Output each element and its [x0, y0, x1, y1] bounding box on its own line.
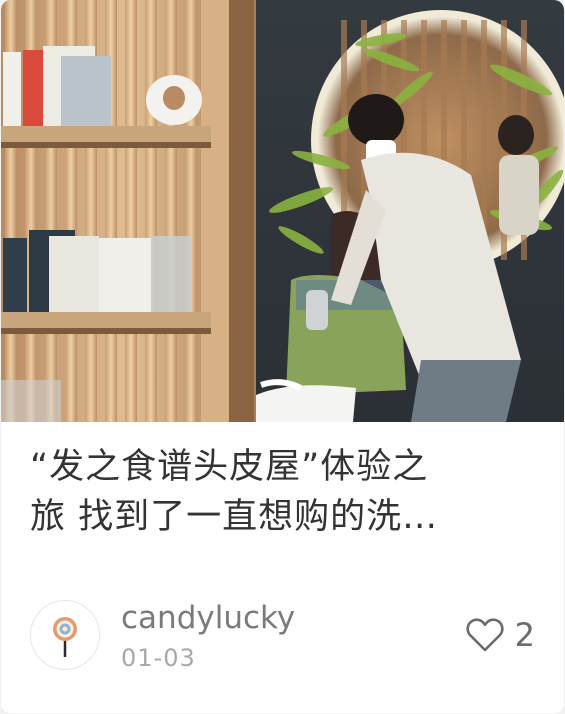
heart-outline-icon [466, 618, 504, 652]
post-date: 01-03 [121, 644, 196, 672]
salon-photo [1, 0, 564, 422]
post-cover-image[interactable] [1, 0, 564, 422]
like-count: 2 [514, 616, 535, 654]
like-button[interactable]: 2 [465, 615, 535, 655]
avatar[interactable] [30, 600, 100, 670]
post-footer: candylucky 01-03 2 [30, 598, 535, 678]
post-title[interactable]: “发之食谱头皮屋”体验之 旅 找到了一直想购的洗… [30, 442, 535, 542]
lollipop-icon [53, 617, 77, 657]
author-name[interactable]: candylucky [121, 598, 295, 638]
post-card[interactable]: “发之食谱头皮屋”体验之 旅 找到了一直想购的洗… candylucky 01-… [1, 0, 564, 713]
